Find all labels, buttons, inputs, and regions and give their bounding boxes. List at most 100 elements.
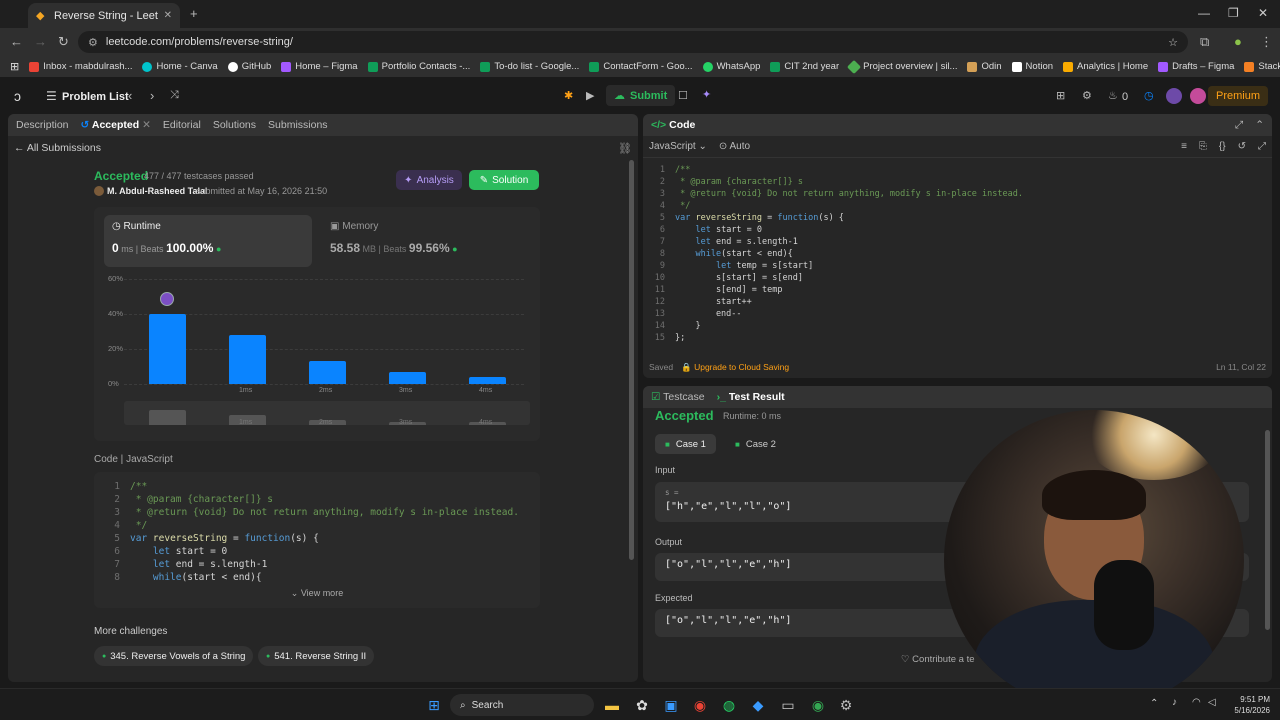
vscode-icon[interactable]: ◆ — [748, 695, 768, 715]
profile-avatar-icon[interactable]: ● — [1234, 34, 1242, 49]
bookmark-portfolio[interactable]: Portfolio Contacts -... — [367, 61, 470, 72]
maximize-icon[interactable]: ❐ — [1228, 6, 1239, 20]
prev-problem-icon[interactable]: ‹ — [128, 88, 132, 103]
contribute-testcase-link[interactable]: ♡ Contribute a te — [901, 654, 975, 665]
memory-card[interactable]: ▣ Memory 58.58 MB | Beats 99.56% ● — [322, 215, 530, 267]
fullscreen-icon[interactable]: ⤢ — [1258, 141, 1266, 152]
extensions-icon[interactable]: ⧉ — [1200, 34, 1209, 50]
terminal-app-icon[interactable]: ▭ — [778, 695, 798, 715]
bookmark-gmail[interactable]: Inbox - mabdulrash... — [29, 61, 132, 72]
premium-button[interactable]: Premium — [1207, 86, 1268, 106]
ai-assistant-icon[interactable]: ✦ — [702, 88, 711, 101]
upgrade-cloud-link[interactable]: 🔒 Upgrade to Cloud Saving — [681, 362, 789, 373]
bookmark-whatsapp[interactable]: WhatsApp — [702, 61, 760, 72]
tray-wifi-icon[interactable]: ◠ — [1192, 697, 1201, 708]
copilot-icon[interactable]: ✿ — [632, 695, 652, 715]
browser-tab[interactable]: ◆ Reverse String - LeetCode ✕ — [28, 3, 180, 28]
problem-list-icon[interactable]: ☰ — [46, 89, 57, 103]
windows-start-icon[interactable]: ⊞ — [424, 695, 444, 715]
bookmark-contactform[interactable]: ContactForm - Goo... — [589, 61, 693, 72]
tab-accepted[interactable]: ↺ Accepted ✕ — [81, 119, 151, 131]
fire-streak-icon[interactable]: ♨ — [1108, 89, 1118, 102]
language-select[interactable]: JavaScript ⌄ — [649, 141, 707, 152]
auto-mode-toggle[interactable]: ⊙ Auto — [719, 141, 750, 152]
chrome-active-icon[interactable]: ◉ — [808, 695, 828, 715]
bookmark-notion[interactable]: Notion — [1011, 61, 1053, 72]
user-avatar[interactable] — [1166, 88, 1182, 104]
all-submissions-link[interactable]: ← All Submissions — [14, 142, 101, 154]
layout-icon[interactable]: ⊞ — [1056, 89, 1065, 102]
shuffle-icon[interactable]: ⤨ — [170, 89, 179, 102]
left-scrollbar[interactable] — [629, 160, 634, 560]
address-bar[interactable]: ⚙ leetcode.com/problems/reverse-string/ … — [78, 31, 1188, 53]
reload-icon[interactable]: ↻ — [58, 34, 69, 50]
runtime-card[interactable]: ◷ Runtime 0 ms | Beats 100.00% ● — [104, 215, 312, 267]
browser-menu-icon[interactable]: ⋮ — [1260, 34, 1273, 50]
bookmark-analytics[interactable]: Analytics | Home — [1063, 61, 1148, 72]
bookmark-figma-drafts[interactable]: Drafts – Figma — [1158, 61, 1234, 72]
challenge-chip-541[interactable]: ● 541. Reverse String II — [258, 646, 375, 666]
file-explorer-icon[interactable]: ▬ — [602, 695, 622, 715]
tray-clock[interactable]: 9:51 PM 5/16/2026 — [1224, 694, 1270, 716]
notes-icon[interactable]: ☐ — [678, 89, 688, 102]
bookmark-odin[interactable]: Odin — [967, 61, 1002, 72]
submit-button[interactable]: ☁ Submit — [606, 85, 676, 106]
close-tab-icon[interactable]: ✕ — [164, 10, 172, 21]
bookmark-figma-home[interactable]: Home – Figma — [281, 61, 358, 72]
share-link-icon[interactable]: ⛓ — [618, 142, 632, 155]
bookmark-github[interactable]: GitHub — [227, 61, 271, 72]
bookmark-star-icon[interactable]: ☆ — [1168, 36, 1178, 49]
result-scrollbar[interactable] — [1265, 430, 1270, 630]
reset-icon[interactable]: ↺ — [1238, 141, 1246, 152]
tab-editorial[interactable]: Editorial — [163, 119, 201, 131]
code-tab[interactable]: </> Code — [651, 119, 695, 131]
taskbar-search[interactable]: ⌕ Search — [450, 694, 594, 716]
site-info-icon[interactable]: ⚙ — [88, 36, 98, 49]
chrome-icon[interactable]: ◉ — [690, 695, 710, 715]
case-2-tab[interactable]: ■ Case 2 — [727, 434, 784, 454]
bookmark-stackoverflow[interactable]: Stack Overflow — [1244, 61, 1280, 72]
tab-submissions[interactable]: Submissions — [268, 119, 328, 131]
bookmark-canva[interactable]: Home - Canva — [142, 61, 218, 72]
tray-volume-icon[interactable]: ◁ — [1208, 697, 1216, 708]
debug-icon[interactable]: ✱ — [564, 89, 573, 102]
settings-app-icon[interactable]: ⚙ — [836, 695, 856, 715]
solution-button[interactable]: ✎ Solution — [469, 170, 539, 190]
analysis-button[interactable]: ✦ Analysis — [396, 170, 462, 190]
runtime-bar[interactable] — [308, 361, 346, 384]
problem-list-link[interactable]: Problem List — [62, 91, 129, 103]
forward-icon[interactable]: → — [34, 34, 47, 49]
close-window-icon[interactable]: ✕ — [1258, 6, 1268, 20]
tab-testcase[interactable]: ☑ Testcase — [651, 391, 705, 403]
user-avatar-main[interactable] — [1190, 88, 1206, 104]
run-icon[interactable]: ▶ — [586, 89, 594, 102]
bookmark-project[interactable]: Project overview | sil... — [847, 59, 957, 74]
submitter-name[interactable]: M. Abdul-Rasheed Talal — [107, 186, 208, 196]
close-tab-icon[interactable]: ✕ — [142, 119, 151, 131]
tab-description[interactable]: Description — [16, 119, 69, 131]
braces-icon[interactable]: {} — [1219, 141, 1226, 152]
settings-gear-icon[interactable]: ⚙ — [1082, 89, 1092, 102]
maximize-panel-icon[interactable]: ⤢ — [1235, 119, 1243, 132]
format-icon[interactable]: ≡ — [1181, 141, 1187, 152]
runtime-bar[interactable] — [468, 377, 506, 384]
photos-icon[interactable]: ▣ — [661, 695, 681, 715]
minimize-icon[interactable]: — — [1198, 6, 1210, 20]
tray-chevron-icon[interactable]: ⌃ — [1150, 698, 1158, 709]
timer-icon[interactable]: ◷ — [1144, 89, 1154, 102]
collapse-panel-icon[interactable]: ⌃ — [1255, 119, 1264, 131]
tab-solutions[interactable]: Solutions — [213, 119, 256, 131]
challenge-chip-345[interactable]: ● 345. Reverse Vowels of a String — [94, 646, 254, 666]
whatsapp-icon[interactable]: ◍ — [719, 695, 739, 715]
view-more-button[interactable]: ⌄ View more — [94, 588, 540, 599]
next-problem-icon[interactable]: › — [150, 88, 154, 103]
runtime-bar[interactable] — [388, 371, 426, 384]
bookmark-icon[interactable]: ⎘ — [1199, 141, 1207, 152]
tray-mic-icon[interactable]: ♪ — [1172, 697, 1177, 708]
case-1-tab[interactable]: ■ Case 1 — [655, 434, 716, 454]
leetcode-logo-icon[interactable]: ↄ — [14, 88, 21, 104]
code-editor[interactable]: 1/** 2 * @param {character[]} s3 * @retur… — [643, 164, 1023, 344]
back-icon[interactable]: ← — [10, 34, 23, 49]
runtime-bar[interactable] — [228, 335, 266, 384]
tab-test-result[interactable]: ›_ Test Result — [717, 391, 785, 403]
